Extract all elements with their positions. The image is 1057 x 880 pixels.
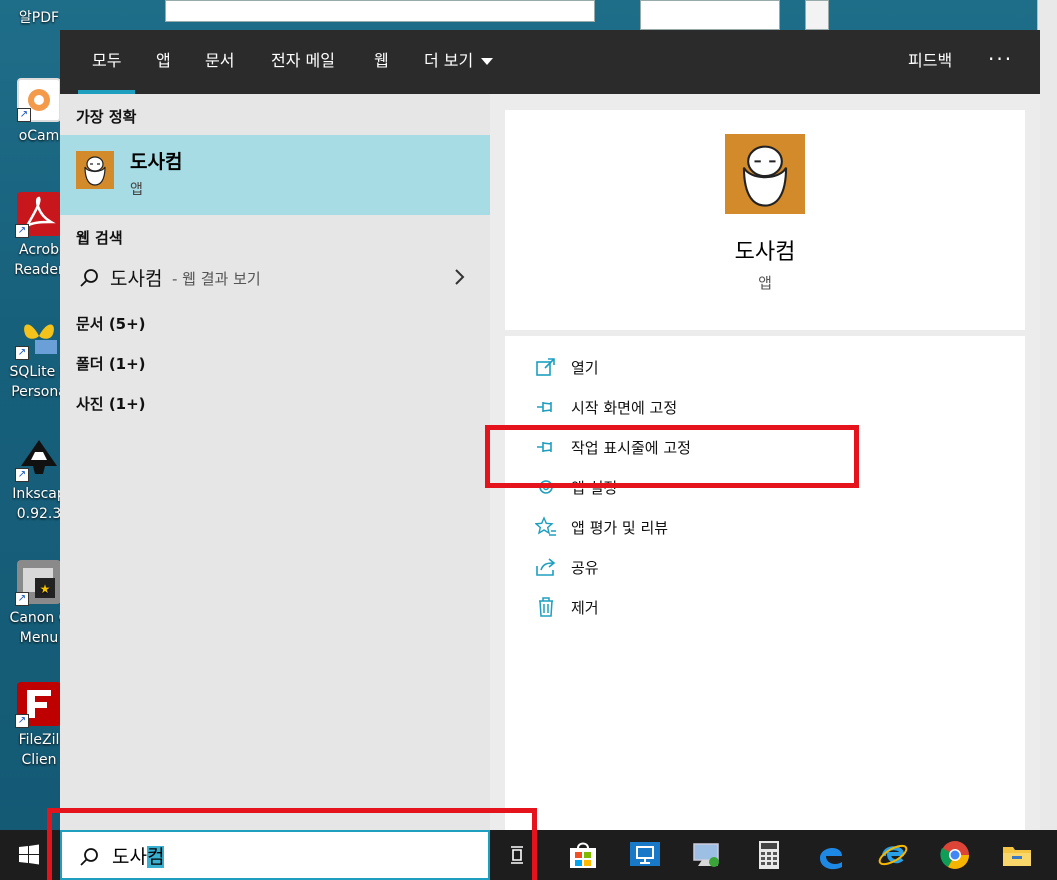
tab-more[interactable]: 더 보기: [424, 30, 494, 94]
network-computer-icon[interactable]: [690, 838, 724, 872]
trash-icon: [539, 597, 553, 617]
background-window-edge: [1037, 0, 1057, 830]
highlight-pin-taskbar: [485, 425, 859, 488]
chevron-down-icon: [481, 58, 494, 65]
action-pin-start[interactable]: 시작 화면에 고정: [535, 396, 935, 422]
best-match-item[interactable]: 도사컴 앱: [60, 135, 490, 215]
desktop-icon-label: 알PDF: [18, 10, 60, 26]
remote-desktop-icon[interactable]: [628, 838, 662, 872]
action-uninstall[interactable]: 제거: [535, 596, 935, 622]
tab-apps[interactable]: 앱: [156, 30, 171, 94]
store-icon[interactable]: [566, 838, 600, 872]
tab-web[interactable]: 웹: [374, 30, 389, 94]
desktop-icon-alpdf[interactable]: 알PDF: [0, 0, 78, 28]
background-window-thumb: [640, 0, 780, 30]
background-window: [165, 0, 595, 22]
best-match-header: 가장 정확: [76, 108, 137, 126]
file-explorer-icon[interactable]: [1000, 838, 1034, 872]
detail-title: 도사컴: [734, 240, 796, 265]
action-list: 열기 시작 화면에 고정 작업 표시줄에 고정 앱 설정 앱 평가 및 리뷰 공…: [505, 336, 1025, 830]
action-share[interactable]: 공유: [535, 556, 935, 582]
internet-explorer-icon[interactable]: [876, 838, 910, 872]
action-label: 공유: [571, 559, 599, 577]
more-options-button[interactable]: ···: [988, 30, 1013, 94]
chevron-right-icon: [455, 269, 465, 285]
detail-type: 앱: [758, 274, 772, 292]
action-open[interactable]: 열기: [535, 356, 935, 382]
star-icon: [535, 516, 556, 536]
canon-icon: ★ ↗: [15, 560, 61, 606]
calculator-icon[interactable]: [752, 838, 786, 872]
dosacom-large-icon: [725, 134, 805, 214]
web-search-header: 웹 검색: [76, 229, 123, 247]
action-label: 열기: [571, 359, 599, 377]
tab-documents[interactable]: 문서: [205, 30, 234, 94]
share-icon: [536, 558, 556, 576]
feedback-button[interactable]: 피드백: [908, 30, 952, 94]
tab-all[interactable]: 모두: [77, 30, 137, 94]
web-search-hint: - 웹 결과 보기: [172, 270, 261, 288]
category-photos[interactable]: 사진 (1+): [76, 393, 146, 414]
category-folders[interactable]: 폴더 (1+): [76, 353, 146, 374]
app-detail-card: 도사컴 앱: [505, 110, 1025, 330]
category-documents[interactable]: 문서 (5+): [76, 313, 146, 334]
butterfly-icon: ↗: [15, 314, 61, 360]
pin-icon: [537, 402, 552, 412]
web-search-query: 도사컴: [110, 268, 163, 290]
action-label: 시작 화면에 고정: [571, 399, 678, 417]
web-search-item[interactable]: 도사컴 - 웹 결과 보기: [60, 258, 490, 298]
action-label: 제거: [571, 599, 599, 617]
acrobat-icon: ↗: [15, 192, 61, 238]
edge-icon[interactable]: [814, 838, 848, 872]
best-match-type: 앱: [130, 182, 143, 198]
chrome-icon[interactable]: [938, 838, 972, 872]
filter-tabs: 모두 앱 문서 전자 메일 웹 더 보기 피드백 ···: [60, 30, 1040, 94]
search-icon: [80, 269, 98, 287]
svg-text:★: ★: [40, 582, 51, 596]
ocam-icon: ↗: [17, 78, 61, 122]
best-match-title: 도사컴: [130, 151, 183, 173]
inkscape-icon: ↗: [15, 436, 61, 482]
background-window-strip: [805, 0, 829, 30]
dosacom-app-icon: [76, 151, 114, 189]
open-icon: [536, 358, 555, 376]
action-label: 앱 평가 및 리뷰: [571, 519, 669, 537]
tab-more-label: 더 보기: [424, 51, 474, 70]
filezilla-icon: ↗: [15, 682, 61, 728]
action-rate-review[interactable]: 앱 평가 및 리뷰: [535, 516, 935, 542]
highlight-search-box: [47, 808, 537, 880]
results-list: 가장 정확 도사컴 앱 웹 검색 도사컴 - 웹 결과 보기 문서 (5+) 폴…: [60, 94, 490, 830]
tab-email[interactable]: 전자 메일: [271, 30, 335, 94]
